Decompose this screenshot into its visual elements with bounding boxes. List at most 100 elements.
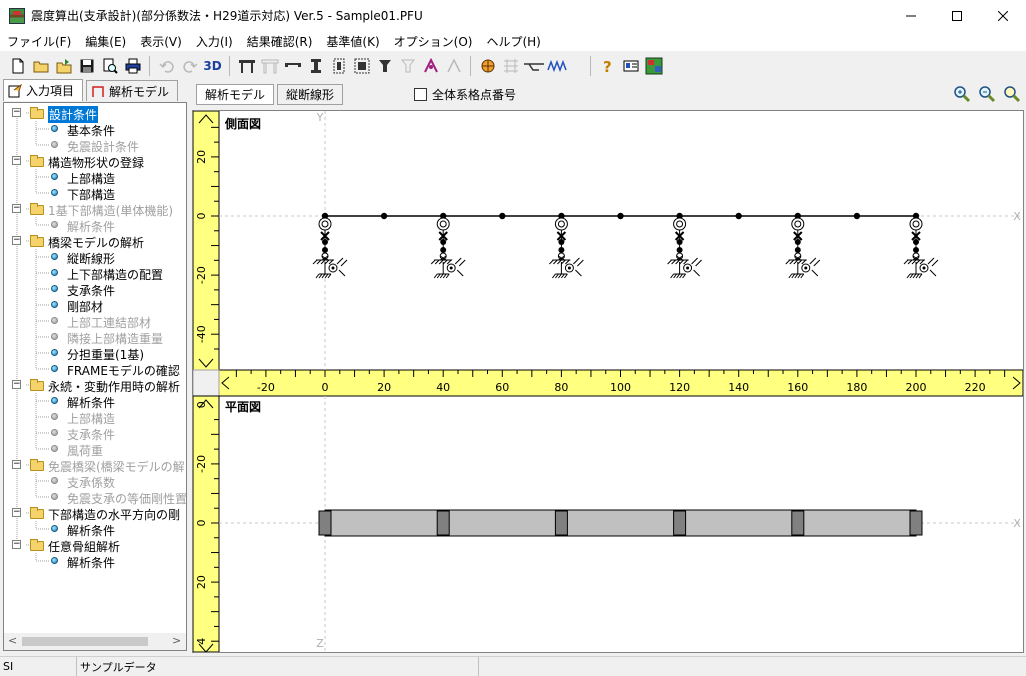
pier-button[interactable] (304, 55, 327, 77)
scroll-left-icon[interactable]: < (8, 634, 17, 647)
bridge-frame-2-button[interactable] (258, 55, 281, 77)
new-button[interactable] (6, 55, 29, 77)
collapse-toggle-icon[interactable]: − (12, 380, 21, 389)
tree-item[interactable]: 解析条件 (4, 217, 182, 234)
tree-item[interactable]: 免震設計条件 (4, 137, 182, 154)
tab-input-items[interactable]: 入力項目 (3, 79, 83, 101)
menu-input[interactable]: 入力(I) (189, 33, 240, 50)
tree-item[interactable]: 支承条件 (4, 281, 182, 298)
global-node-number-toggle[interactable]: 全体系格点番号 (414, 86, 516, 103)
collapse-toggle-icon[interactable]: − (12, 204, 21, 213)
menu-edit[interactable]: 編集(E) (78, 33, 133, 50)
tree-item[interactable]: 基本条件 (4, 121, 182, 138)
pier-plan (318, 510, 332, 536)
collapse-toggle-icon[interactable]: − (12, 236, 21, 245)
tree-folder[interactable]: − 設計条件 (4, 105, 182, 123)
crane-2-button[interactable] (442, 55, 465, 77)
tree-item[interactable]: 支承係数 (4, 473, 182, 490)
tree-item[interactable]: 支承条件 (4, 425, 182, 442)
tree-item-bullet-icon (51, 365, 58, 372)
tree-item[interactable]: 剛部材 (4, 297, 182, 314)
ruler-tick-label: -40 (195, 325, 208, 343)
open-button[interactable] (29, 55, 52, 77)
model-drawing[interactable]: 200-20-40-20 0 20 40 60 80 100 120 140 160 180 200 2… (193, 111, 1023, 652)
print-button[interactable] (121, 55, 144, 77)
status-unit: SI (0, 657, 77, 676)
pier-2-button[interactable] (327, 55, 350, 77)
level-button[interactable] (522, 55, 545, 77)
zoom-fit-button[interactable] (1002, 85, 1022, 103)
bearing-2-button[interactable] (373, 55, 396, 77)
minimize-button[interactable] (888, 0, 934, 31)
collapse-toggle-icon[interactable]: − (12, 156, 21, 165)
tree-item[interactable]: 解析条件 (4, 393, 182, 410)
tab-vertical-alignment[interactable]: 縦断線形 (277, 83, 344, 105)
tree-item[interactable]: 風荷重 (4, 441, 182, 458)
crane-button[interactable] (419, 55, 442, 77)
rotation-spring-center (567, 266, 571, 270)
tree-folder[interactable]: − 任意骨組解析 (4, 537, 182, 554)
zoom-in-button[interactable] (952, 85, 972, 103)
ruler-tick-label: 180 (846, 381, 867, 394)
menu-help[interactable]: ヘルプ(H) (479, 33, 547, 50)
model-view-panel[interactable]: 20 0 -20 -40 -20 0 20 40 60 80 100 120 140 160 180 200 2… (192, 110, 1024, 653)
tree-item[interactable]: 上部構造 (4, 409, 182, 426)
tree-item[interactable]: 解析条件 (4, 521, 182, 538)
menu-file[interactable]: ファイル(F) (0, 33, 78, 50)
save-button[interactable] (75, 55, 98, 77)
bearing-button[interactable] (350, 55, 373, 77)
spring-button[interactable] (545, 55, 568, 77)
menu-options[interactable]: オプション(O) (387, 33, 480, 50)
tree-item[interactable]: 縦断線形 (4, 249, 182, 266)
collapse-toggle-icon[interactable]: − (12, 540, 21, 549)
tree-item[interactable]: 上下部構造の配置 (4, 265, 182, 282)
collapse-toggle-icon[interactable]: − (12, 508, 21, 517)
menu-view[interactable]: 表示(V) (133, 33, 189, 50)
tab-analysis-model-left[interactable]: 解析モデル (86, 80, 178, 101)
collapse-toggle-icon[interactable]: − (12, 460, 21, 469)
tree-folder[interactable]: − 構造物形状の登録 (4, 153, 182, 170)
maximize-button[interactable] (934, 0, 980, 31)
girder-button[interactable] (281, 55, 304, 77)
tree-folder[interactable]: − 免震橋梁(橋梁モデルの解 (4, 457, 185, 474)
calc-button[interactable] (476, 55, 499, 77)
tree-folder[interactable]: −1基下部構造(単体機能) (4, 201, 182, 218)
folder-icon (30, 379, 44, 391)
collapse-toggle-icon[interactable]: − (12, 108, 21, 117)
scroll-right-icon[interactable]: > (172, 634, 181, 647)
tree-folder[interactable]: − 下部構造の水平方向の剛 (4, 505, 182, 522)
open-sample-button[interactable] (52, 55, 75, 77)
zoom-out-button[interactable] (977, 85, 997, 103)
global-node-number-checkbox[interactable] (414, 88, 427, 101)
tree-item[interactable]: 免震支承の等価剛性置 (4, 489, 186, 506)
bearing-circle-icon (436, 217, 450, 231)
tree-item[interactable]: 隣接上部構造重量 (4, 329, 182, 346)
tree-item[interactable]: 下部構造 (4, 185, 182, 202)
tree-item[interactable]: 分担重量(1基) (4, 345, 182, 362)
help-button[interactable]: ? (596, 55, 619, 77)
tree-item[interactable]: 解析条件 (4, 553, 182, 570)
column-button[interactable] (396, 55, 419, 77)
tab-analysis-model[interactable]: 解析モデル (196, 83, 275, 105)
undo-button[interactable] (155, 55, 178, 77)
grid-button[interactable] (499, 55, 522, 77)
tree-item[interactable]: 上部構造 (4, 169, 182, 186)
view-3d-button[interactable]: 3D (201, 55, 224, 77)
map-button[interactable] (642, 55, 665, 77)
tree-item[interactable]: 上部工連結部材 (4, 313, 182, 330)
menu-standards[interactable]: 基準値(K) (319, 33, 386, 50)
ruler-tick-label: 0 (322, 381, 329, 394)
id-card-button[interactable] (619, 55, 642, 77)
tree-horizontal-scrollbar[interactable]: < > (4, 633, 186, 650)
print-preview-button[interactable] (98, 55, 121, 77)
menu-results[interactable]: 結果確認(R) (240, 33, 320, 50)
scroll-thumb[interactable] (22, 637, 148, 646)
tree-folder[interactable]: − 永続・変動作用時の解析 (4, 377, 182, 394)
pier-node (794, 247, 801, 253)
redo-button[interactable] (178, 55, 201, 77)
pier-node (676, 239, 683, 245)
tree-folder[interactable]: − 橋梁モデルの解析 (4, 233, 182, 250)
bridge-frame-button[interactable] (235, 55, 258, 77)
close-button[interactable] (980, 0, 1026, 31)
tree-item[interactable]: FRAMEモデルの確認 (4, 361, 182, 378)
